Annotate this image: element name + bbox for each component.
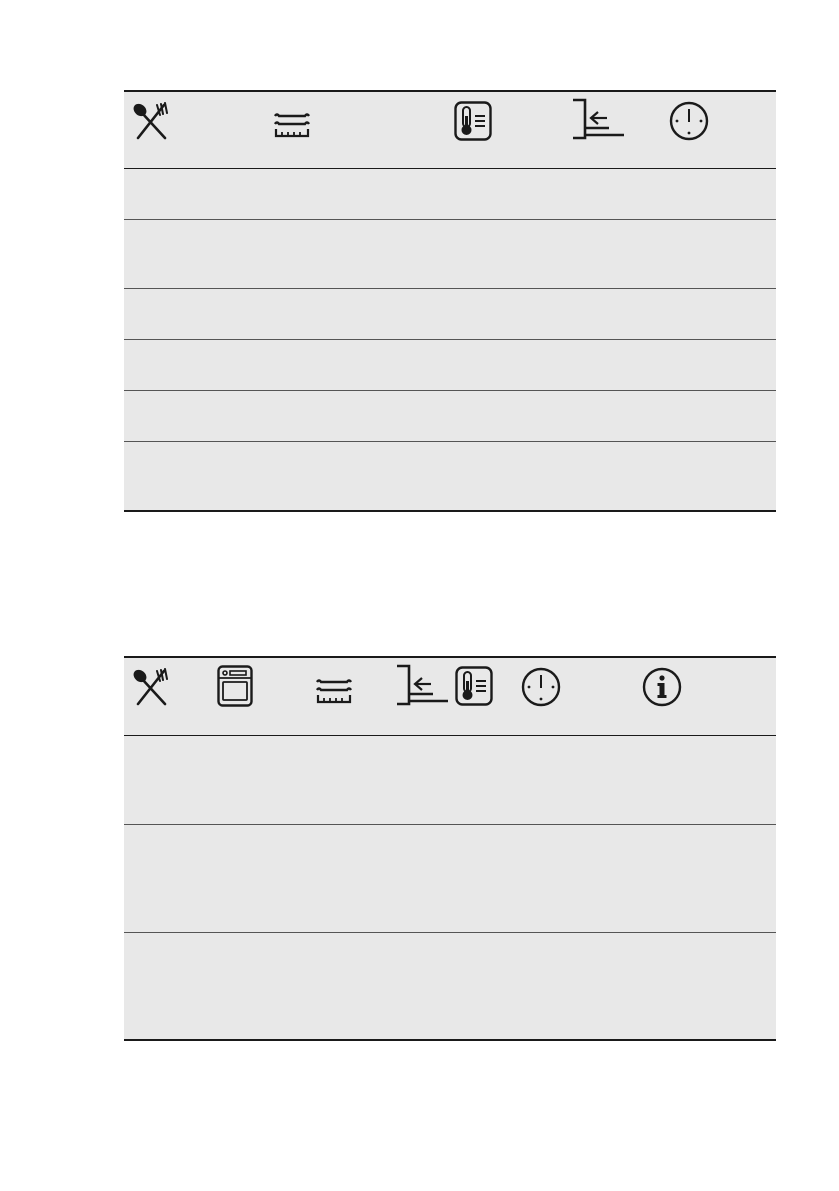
table-row [124, 340, 776, 391]
table-row [124, 220, 776, 289]
oven-icon [217, 665, 253, 707]
clock-icon [668, 100, 710, 142]
temperature-icon [454, 101, 492, 141]
table-1 [124, 90, 776, 512]
table-1-header-row [124, 92, 776, 169]
grill-tray-icon [272, 112, 312, 140]
table-2 [124, 656, 776, 1041]
shelf-level-icon [395, 664, 451, 708]
table-row [124, 169, 776, 220]
grill-tray-icon [314, 678, 354, 706]
table-row [124, 825, 776, 933]
info-icon [641, 666, 683, 708]
cutlery-icon [130, 102, 172, 140]
table-row [124, 736, 776, 825]
table-row [124, 289, 776, 340]
clock-icon [520, 666, 562, 708]
table-2-header-row [124, 658, 776, 736]
temperature-icon [455, 666, 493, 706]
shelf-level-icon [571, 98, 627, 142]
table-row [124, 933, 776, 1039]
cutlery-icon [130, 668, 172, 706]
table-row [124, 391, 776, 442]
table-row [124, 442, 776, 510]
